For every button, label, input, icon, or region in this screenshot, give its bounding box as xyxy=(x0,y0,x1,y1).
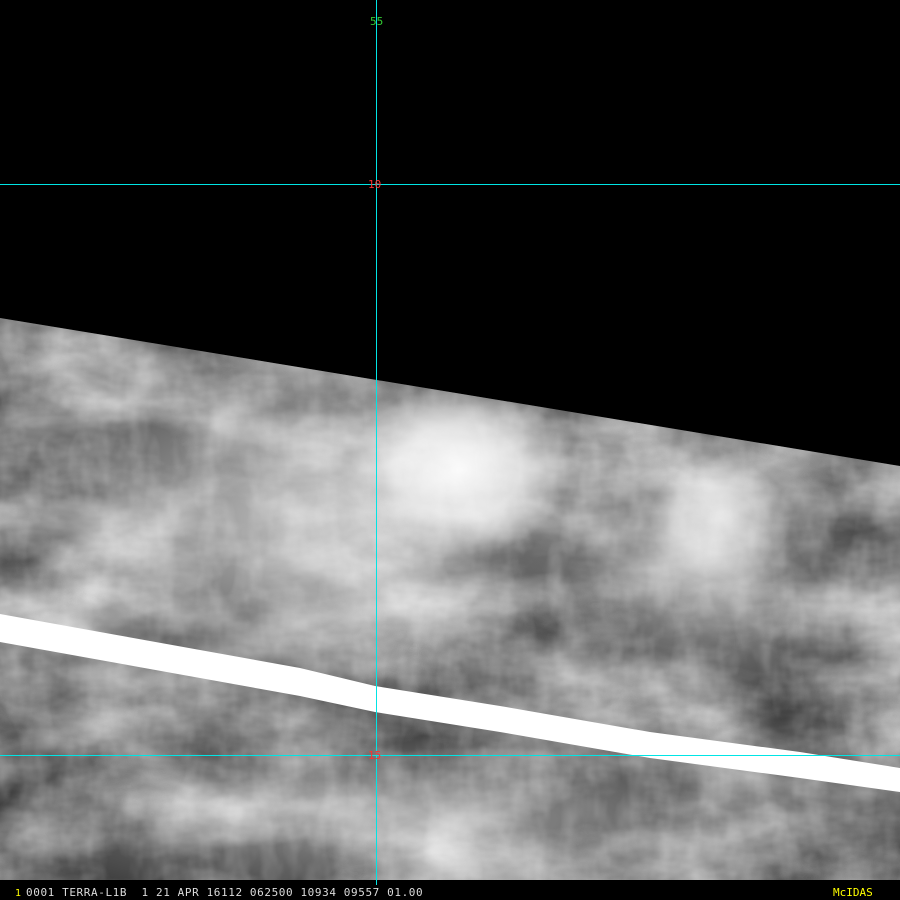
satellite-image: 55 10 15 xyxy=(0,0,900,900)
frame-number: 1 xyxy=(15,888,22,899)
latitude-label-upper: 10 xyxy=(368,178,381,191)
mcidas-brand: McIDAS xyxy=(833,886,873,899)
longitude-label: 55 xyxy=(370,15,383,28)
image-info-text: 0001 TERRA-L1B 1 21 APR 16112 062500 109… xyxy=(26,886,424,899)
latitude-label-lower: 15 xyxy=(368,749,381,762)
